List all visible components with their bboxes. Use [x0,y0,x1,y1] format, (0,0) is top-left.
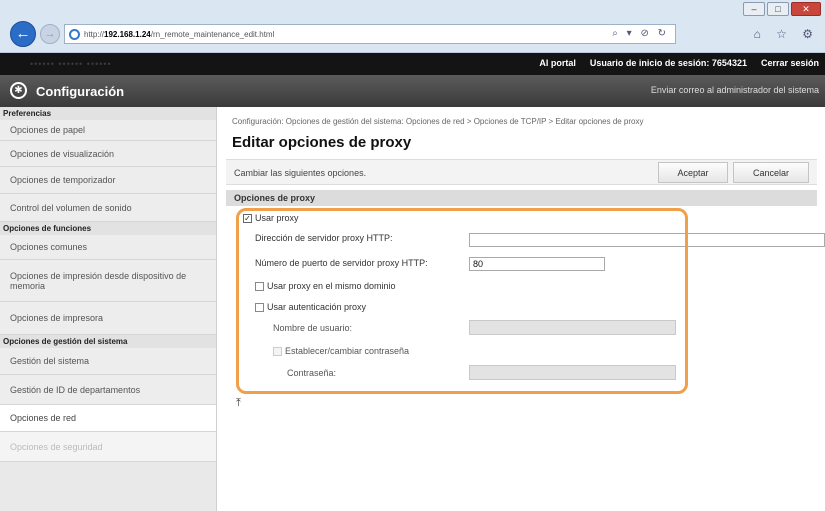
browser-toolbar-icons[interactable]: ⌂ ☆ ⚙ [754,27,819,41]
password-label: Contraseña: [287,368,337,378]
section-header: Opciones de proxy [226,190,817,206]
portal-link[interactable]: Al portal [539,58,576,68]
browser-logo-icon [69,28,80,40]
http-port-label: Número de puerto de servidor proxy HTTP: [255,258,428,268]
config-title: Configuración [36,84,125,99]
set-password-row: Establecer/cambiar contraseña [273,341,409,361]
password-input[interactable] [469,365,676,380]
http-address-input[interactable] [469,233,825,247]
url-prefix: http:// [84,29,105,39]
forward-arrow-icon[interactable]: → [40,24,60,44]
url-path: /rn_remote_maintenance_edit.html [150,29,275,39]
minimize-button[interactable]: – [743,2,765,16]
sidebar-item-security[interactable]: Opciones de seguridad [0,432,216,462]
same-domain-checkbox[interactable] [255,281,264,291]
portal-bar: •••••• •••••• •••••• Al portal Usuario d… [0,53,825,75]
back-to-top-icon[interactable]: ⤒ [236,397,241,410]
logout-link[interactable]: Cerrar sesión [761,58,819,68]
set-password-label: Establecer/cambiar contraseña [285,346,410,356]
set-password-checkbox[interactable] [273,346,282,356]
username-label: Nombre de usuario: [273,323,353,333]
login-user-text: Usuario de inicio de sesión: 7654321 [589,58,747,68]
close-window-button[interactable]: ✕ [791,2,821,16]
sidebar-heading: Opciones de gestión del sistema [0,335,216,348]
sidebar-item-common[interactable]: Opciones comunes [0,235,216,260]
sidebar: Preferencias Opciones de papel Opciones … [0,107,217,511]
use-proxy-label: Usar proxy [255,213,299,223]
maximize-button[interactable]: □ [767,2,789,16]
page-title: Editar opciones de proxy [232,134,412,151]
mail-admin-link[interactable]: Enviar correo al administrador del siste… [651,85,819,95]
sidebar-heading: Opciones de funciones [0,222,216,235]
accept-button[interactable]: Aceptar [658,162,728,183]
browser-chrome: – □ ✕ ← → http://192.168.1.24/rn_remote_… [0,0,825,53]
sidebar-heading: Preferencias [0,107,216,120]
sidebar-item-system[interactable]: Gestión del sistema [0,348,216,375]
sidebar-item-network[interactable]: Opciones de red [0,405,216,432]
main-content: Configuración: Opciones de gestión del s… [226,107,825,511]
settings-icon: ✱ [10,82,27,99]
sidebar-item-volume[interactable]: Control del volumen de sonido [0,194,216,222]
instruction-text: Cambiar las siguientes opciones. [234,168,367,178]
device-name: •••••• •••••• •••••• [30,59,112,69]
use-proxy-row: ✓ Usar proxy [243,208,299,228]
address-bar[interactable]: http://192.168.1.24/rn_remote_maintenanc… [64,24,676,44]
url-host: 192.168.1.24 [104,29,151,39]
use-auth-row: Usar autenticación proxy [255,297,366,317]
window-controls: – □ ✕ [743,2,821,16]
use-auth-checkbox[interactable] [255,302,264,312]
http-address-row: Dirección de servidor proxy HTTP: [255,228,393,248]
config-header: ✱ Configuración Enviar correo al adminis… [0,75,825,107]
action-bar: Cambiar las siguientes opciones. Aceptar… [226,159,817,185]
sidebar-item-memory-print[interactable]: Opciones de impresión desde dispositivo … [0,260,216,302]
sidebar-item-timer[interactable]: Opciones de temporizador [0,167,216,194]
sidebar-item-paper[interactable]: Opciones de papel [0,120,216,141]
breadcrumb: Configuración: Opciones de gestión del s… [232,117,644,126]
same-domain-row: Usar proxy en el mismo dominio [255,276,396,296]
use-proxy-checkbox[interactable]: ✓ [243,213,252,223]
username-row: Nombre de usuario: [273,318,352,338]
sidebar-item-printer[interactable]: Opciones de impresora [0,302,216,335]
cancel-button[interactable]: Cancelar [733,162,809,183]
http-port-row: Número de puerto de servidor proxy HTTP: [255,253,428,273]
sidebar-item-department-id[interactable]: Gestión de ID de departamentos [0,375,216,405]
address-tools[interactable]: ⌕ ▾ ⊘ ↻ [612,28,669,39]
username-input[interactable] [469,320,676,335]
same-domain-label: Usar proxy en el mismo dominio [267,281,396,291]
password-row: Contraseña: [287,363,336,383]
http-port-input[interactable] [469,257,605,271]
back-arrow-icon[interactable]: ← [10,21,36,47]
http-address-label: Dirección de servidor proxy HTTP: [255,233,393,243]
sidebar-item-display[interactable]: Opciones de visualización [0,141,216,167]
use-auth-label: Usar autenticación proxy [267,302,367,312]
